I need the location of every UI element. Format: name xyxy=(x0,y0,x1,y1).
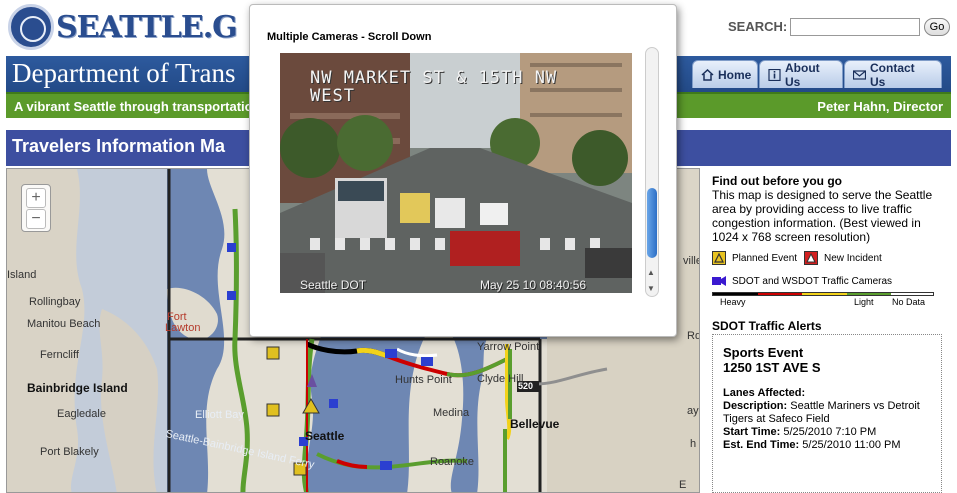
camera-scrollbar[interactable]: ▲ ▼ xyxy=(645,47,659,297)
map-label-rd-partial: Rd xyxy=(687,330,700,342)
alert-start-label: Start Time: xyxy=(723,426,781,438)
camera-credit: Seattle DOT xyxy=(300,278,367,292)
camera-street-overlay: NW MARKET ST & 15TH NW WEST xyxy=(310,68,558,106)
map-label-island: Island xyxy=(7,269,37,281)
map-label-port-blakely: Port Blakely xyxy=(40,446,99,458)
alert-event-type: Sports Event xyxy=(723,345,804,360)
traffic-alerts-title: SDOT Traffic Alerts xyxy=(712,319,822,333)
tab-contact-us[interactable]: Contact Us xyxy=(844,60,942,89)
camera-timestamp: May 25 10 08:40:56 xyxy=(480,278,587,292)
legend-planned-label: Planned Event xyxy=(732,252,798,264)
map-label-roanoke: Roanoke xyxy=(430,456,475,468)
traffic-alert-card: Sports Event 1250 1ST AVE S Lanes Affect… xyxy=(712,334,942,493)
traffic-camera-image[interactable]: NW MARKET ST & 15TH NW WEST Seattle DOT … xyxy=(280,53,632,293)
search-input[interactable] xyxy=(790,18,920,36)
map-label-lawton: Lawton xyxy=(165,322,201,334)
zoom-in-button[interactable]: + xyxy=(26,188,46,208)
map-label-clyde-hill: Clyde Hill xyxy=(477,373,524,385)
traffic-camera-icon xyxy=(712,274,726,288)
map-label-manitou-beach: Manitou Beach xyxy=(27,318,101,330)
tab-contact-us-label: Contact Us xyxy=(870,60,915,89)
camera-popup: Multiple Cameras - Scroll Down NW MARKET… xyxy=(249,4,677,337)
mail-icon xyxy=(852,69,867,81)
map-label-yarrow-point: Yarrow Point xyxy=(477,341,540,353)
map-label-e-partial: E xyxy=(679,479,687,491)
logo-text: SEATTLE.G xyxy=(56,9,238,45)
alert-description: Description: Seattle Mariners vs Detroit… xyxy=(723,400,931,426)
home-icon xyxy=(701,68,714,81)
tab-home-label: Home xyxy=(718,67,752,82)
zoom-out-button[interactable]: − xyxy=(26,209,46,229)
map-label-medina: Medina xyxy=(433,407,470,419)
legend-new-incident: New Incident xyxy=(804,251,882,265)
find-out-title: Find out before you go xyxy=(712,174,842,188)
tab-about-us[interactable]: About Us xyxy=(759,60,843,89)
page-title: Travelers Information Ma xyxy=(12,136,226,156)
legend-traffic-cameras: SDOT and WSDOT Traffic Cameras xyxy=(712,274,892,288)
map-label-hwy-520: 520 xyxy=(518,381,534,391)
camera-popup-title: Multiple Cameras - Scroll Down xyxy=(267,31,432,43)
map-label-h-partial: h xyxy=(690,438,697,450)
scale-heavy-label: Heavy xyxy=(720,297,746,307)
alert-end-time: Est. End Time: 5/25/2010 11:00 PM xyxy=(723,439,931,452)
map-label-ferncliff: Ferncliff xyxy=(40,349,79,361)
alert-end-value: 5/25/2010 11:00 PM xyxy=(802,439,901,451)
legend-planned-event: Planned Event xyxy=(712,251,797,265)
alert-desc-label: Description: xyxy=(723,400,788,412)
legend-incident-label: New Incident xyxy=(824,252,882,264)
department-title: Department of Trans xyxy=(12,58,236,88)
zoom-control: + − xyxy=(21,184,51,232)
alert-start-time: Start Time: 5/25/2010 7:10 PM xyxy=(723,426,931,439)
alert-lanes-affected: Lanes Affected: xyxy=(723,387,931,400)
search-label: SEARCH: xyxy=(728,19,788,34)
city-seal-icon xyxy=(8,4,54,50)
map-label-eagledale: Eagledale xyxy=(57,408,106,420)
scroll-down-arrow-icon[interactable]: ▼ xyxy=(647,284,655,293)
seattle-gov-logo[interactable]: SEATTLE.G xyxy=(8,2,238,52)
tab-home[interactable]: Home xyxy=(692,60,758,88)
map-label-hunts-point: Hunts Point xyxy=(395,374,452,386)
alert-lanes-label: Lanes Affected: xyxy=(723,387,806,399)
scale-light-label: Light xyxy=(854,297,874,307)
traffic-congestion-scale xyxy=(712,292,934,296)
map-label-bellevue: Bellevue xyxy=(510,417,560,431)
director-name[interactable]: Peter Hahn, Director xyxy=(817,99,943,114)
map-label-bainbridge-island: Bainbridge Island xyxy=(27,381,128,395)
tagline: A vibrant Seattle through transportatio xyxy=(14,99,253,114)
scale-no-data-label: No Data xyxy=(892,297,926,307)
new-incident-icon xyxy=(804,251,818,265)
map-label-rollingbay: Rollingbay xyxy=(29,296,81,308)
search-go-button[interactable]: Go xyxy=(924,18,950,36)
info-sidebar: Find out before you go This map is desig… xyxy=(704,168,951,493)
find-out-description: This map is designed to serve the Seattl… xyxy=(712,188,933,244)
map-label-kirkland-partial: ville xyxy=(683,255,699,267)
scrollbar-thumb[interactable] xyxy=(647,188,657,258)
planned-event-icon xyxy=(712,251,726,265)
info-icon xyxy=(768,68,781,81)
map-label-elliott-bay: Elliott Bay xyxy=(195,409,244,421)
alert-end-label: Est. End Time: xyxy=(723,439,800,451)
map-label-seattle: Seattle xyxy=(305,429,345,443)
alert-start-value: 5/25/2010 7:10 PM xyxy=(783,426,877,438)
scroll-up-arrow-icon[interactable]: ▲ xyxy=(647,268,655,277)
alert-address: 1250 1ST AVE S xyxy=(723,360,821,375)
tab-about-us-label: About Us xyxy=(785,60,820,89)
legend-cameras-label: SDOT and WSDOT Traffic Cameras xyxy=(732,275,893,287)
map-label-ay-partial: ay xyxy=(687,405,699,417)
